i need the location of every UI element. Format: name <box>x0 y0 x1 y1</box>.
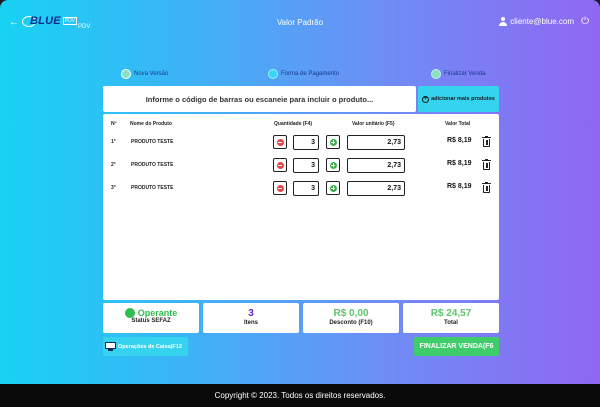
row-num: 1° <box>111 139 116 145</box>
total-label: Total <box>444 320 458 326</box>
row-product-name: PRODUTO TESTE <box>131 185 174 191</box>
row-total: R$ 8,19 <box>447 137 472 144</box>
header-num: Nº <box>111 121 117 127</box>
plus-icon <box>329 161 337 169</box>
items-card: 3 Itens <box>203 303 299 333</box>
row-num: 3° <box>111 185 116 191</box>
app-window: ← BLUE PDV PDV Valor Padrão cliente@blue… <box>0 0 600 384</box>
trash-icon[interactable] <box>482 136 491 147</box>
increase-qty-button[interactable] <box>326 158 340 172</box>
qty-field[interactable]: 3 <box>293 135 319 150</box>
monitor-icon <box>105 342 116 351</box>
step-label: Nova Versão <box>134 71 169 77</box>
row-product-name: PRODUTO TESTE <box>131 162 174 168</box>
plus-icon <box>329 138 337 146</box>
total-card: R$ 24,57 Total <box>403 303 499 333</box>
discount-value: R$ 0,00 <box>333 308 369 319</box>
discount-card: R$ 0,00 Desconto (F10) <box>303 303 399 333</box>
step-done-icon <box>121 69 131 79</box>
add-more-products-button[interactable]: + adicionar mais produtos <box>418 86 499 112</box>
decrease-qty-button[interactable] <box>273 158 287 172</box>
minus-icon <box>276 184 284 192</box>
total-value: R$ 24,57 <box>430 308 472 319</box>
status-sefaz-card: Operante Status SEFAZ <box>103 303 199 333</box>
minus-icon <box>276 161 284 169</box>
qty-field[interactable]: 3 <box>293 158 319 173</box>
trash-icon[interactable] <box>482 182 491 193</box>
user-icon <box>498 17 507 26</box>
power-icon[interactable]: ⏻ <box>581 16 589 27</box>
copyright-text: Copyright © 2023. Todos os direitos rese… <box>214 391 386 400</box>
step-label: Forma de Pagamento <box>281 71 340 77</box>
row-total: R$ 8,19 <box>447 183 472 190</box>
table-row: 2° PRODUTO TESTE 3 2,73 R$ 8,19 <box>103 157 499 173</box>
status-label: Status SEFAZ <box>131 318 171 324</box>
items-value: 3 <box>248 308 254 319</box>
status-ok-icon <box>124 308 135 318</box>
unit-price-field[interactable]: 2,73 <box>347 158 405 173</box>
increase-qty-button[interactable] <box>326 135 340 149</box>
unit-price-field[interactable]: 2,73 <box>347 135 405 150</box>
qty-field[interactable]: 3 <box>293 181 319 196</box>
decrease-qty-button[interactable] <box>273 135 287 149</box>
table-row: 3° PRODUTO TESTE 3 2,73 R$ 8,19 <box>103 180 499 196</box>
step-pending-icon <box>431 69 441 79</box>
barcode-input[interactable]: Informe o código de barras ou escaneie p… <box>103 86 416 112</box>
plus-circle-icon: + <box>422 95 430 103</box>
footer: Copyright © 2023. Todos os direitos rese… <box>0 384 600 407</box>
user-menu[interactable]: cliente@blue.com <box>498 17 574 26</box>
table-row: 1° PRODUTO TESTE 3 2,73 R$ 8,19 <box>103 134 499 150</box>
increase-qty-button[interactable] <box>326 181 340 195</box>
header-unit: Valor unitário (F5) <box>352 121 395 127</box>
step-finalizar-venda: Finalizar Venda <box>431 69 485 79</box>
minus-icon <box>276 138 284 146</box>
decrease-qty-button[interactable] <box>273 181 287 195</box>
header-name: Nome do Produto <box>130 121 172 127</box>
finalize-sale-button[interactable]: FINALIZAR VENDA(F6 <box>414 337 499 356</box>
status-value: Operante <box>137 308 178 318</box>
trash-icon[interactable] <box>482 159 491 170</box>
step-pending-icon <box>268 69 278 79</box>
row-product-name: PRODUTO TESTE <box>131 139 174 145</box>
step-forma-pagamento: Forma de Pagamento <box>268 69 339 79</box>
step-label: Finalizar Venda <box>444 71 486 77</box>
products-table: Nº Nome do Produto Quantidade (F4) Valor… <box>103 114 499 300</box>
row-total: R$ 8,19 <box>447 160 472 167</box>
row-num: 2° <box>111 162 116 168</box>
cash-operations-button[interactable]: Operações de Caixa(F12 <box>103 337 188 356</box>
plus-icon <box>329 184 337 192</box>
add-more-label: adicionar mais produtos <box>431 96 495 102</box>
header-qty: Quantidade (F4) <box>274 121 313 127</box>
step-nova-versao: Nova Versão <box>121 69 168 79</box>
items-label: Itens <box>243 320 258 326</box>
header-total: Valor Total <box>445 121 471 127</box>
discount-label: Desconto (F10) <box>329 320 373 326</box>
unit-price-field[interactable]: 2,73 <box>347 181 405 196</box>
user-email: cliente@blue.com <box>510 17 574 26</box>
cash-operations-label: Operações de Caixa(F12 <box>118 343 182 350</box>
